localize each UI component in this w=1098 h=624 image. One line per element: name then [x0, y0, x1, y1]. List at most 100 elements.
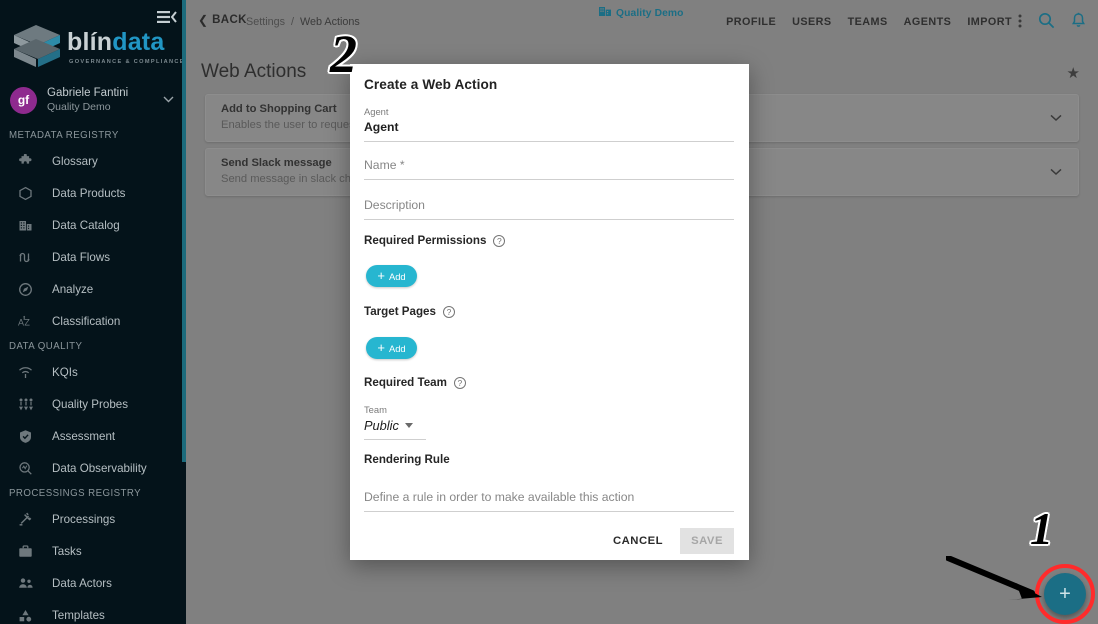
sidebar-item-quality-probes[interactable]: Quality Probes [0, 388, 186, 420]
add-permission-button[interactable]: + Add [366, 265, 417, 287]
puzzle-icon [18, 153, 40, 169]
sidebar-item-data-observability[interactable]: Data Observability [0, 452, 186, 484]
agent-field-value: Agent [364, 120, 399, 134]
chevron-down-icon[interactable] [1050, 165, 1062, 179]
more-vertical-icon[interactable] [1018, 13, 1022, 29]
breadcrumb-current: Web Actions [300, 16, 360, 28]
description-field[interactable]: Description [364, 198, 734, 220]
web-action-title: Add to Shopping Cart [221, 103, 337, 115]
brand-wordmark: blíndata [67, 27, 165, 56]
sidebar-item-label: Data Catalog [52, 218, 120, 232]
sidebar-item-label: Data Observability [52, 461, 147, 475]
az-sort-icon: AZ [18, 314, 40, 329]
sidebar-item-classification[interactable]: AZ Classification [0, 305, 186, 337]
top-link-users[interactable]: USERS [792, 16, 831, 28]
tenant-selector[interactable]: Quality Demo [599, 4, 684, 22]
breadcrumb-settings[interactable]: Settings [246, 16, 285, 28]
rendering-rule-field[interactable]: Define a rule in order to make available… [364, 490, 734, 512]
chevron-down-icon[interactable] [163, 94, 176, 106]
rendering-rule-placeholder: Define a rule in order to make available… [364, 490, 635, 504]
top-link-agents[interactable]: AGENTS [904, 16, 952, 28]
add-target-page-button[interactable]: + Add [366, 337, 417, 359]
chevron-down-icon[interactable] [404, 423, 413, 428]
team-select-value: Public [364, 418, 399, 433]
add-button-label: Add [388, 342, 406, 354]
sidebar-item-label: Processings [52, 512, 116, 526]
tenant-label: Quality Demo [616, 7, 684, 19]
section-label: Rendering Rule [364, 453, 450, 466]
sidebar-item-label: Glossary [52, 154, 98, 168]
top-link-profile[interactable]: PROFILE [726, 16, 776, 28]
sidebar-item-label: Data Actors [52, 576, 112, 590]
help-icon[interactable]: ? [442, 305, 455, 318]
brand-tagline: GOVERNANCE & COMPLIANCE [69, 58, 185, 65]
team-select[interactable]: Team Public [364, 404, 426, 440]
building-icon [18, 218, 40, 233]
tenant-building-icon [599, 4, 611, 22]
compass-icon [18, 282, 40, 297]
people-icon [18, 576, 40, 591]
sidebar-item-analyze[interactable]: Analyze [0, 273, 186, 305]
sidebar-item-label: Data Products [52, 186, 126, 200]
top-link-teams[interactable]: TEAMS [848, 16, 888, 28]
sidebar-item-data-actors[interactable]: Data Actors [0, 567, 186, 599]
sidebar-item-label: Quality Probes [52, 397, 129, 411]
search-icon[interactable] [1038, 12, 1055, 29]
agent-field[interactable]: Agent Agent [364, 106, 734, 142]
plus-icon: + [377, 340, 385, 355]
sidebar-item-label: Tasks [52, 544, 82, 558]
probes-icon [18, 397, 40, 412]
favorite-star-icon[interactable]: ★ [1067, 64, 1080, 82]
gavel-icon [18, 512, 40, 527]
help-icon[interactable]: ? [453, 376, 466, 389]
user-name: Gabriele Fantini [47, 87, 129, 100]
sidebar-item-label: Classification [52, 314, 121, 328]
help-icon[interactable]: ? [493, 234, 506, 247]
name-field[interactable]: Name * [364, 158, 734, 180]
add-web-action-fab[interactable]: + [1044, 573, 1086, 615]
blindata-logo-icon [10, 23, 64, 71]
top-nav-links: PROFILE USERS TEAMS AGENTS IMPORT [726, 16, 1012, 28]
top-link-import[interactable]: IMPORT [967, 16, 1012, 28]
section-label: Required Team [364, 376, 447, 389]
description-field-placeholder: Description [364, 198, 425, 212]
top-bar: ❮ BACK Settings / Web Actions Quality De… [186, 0, 1098, 44]
chevron-down-icon[interactable] [1050, 111, 1062, 125]
plus-icon: + [1059, 582, 1071, 605]
cancel-button[interactable]: CANCEL [602, 528, 674, 554]
sidebar-item-data-catalog[interactable]: Data Catalog [0, 209, 186, 241]
field-underline [364, 439, 426, 440]
sidebar-item-kqis[interactable]: KQIs [0, 356, 186, 388]
sidebar-navigation: METADATA REGISTRY Glossary Data Products… [0, 126, 186, 624]
nav-section-metadata-registry: METADATA REGISTRY [9, 130, 119, 141]
sidebar-item-templates[interactable]: Templates [0, 599, 186, 624]
sidebar-item-data-products[interactable]: Data Products [0, 177, 186, 209]
shield-check-icon [18, 429, 40, 444]
sidebar-item-glossary[interactable]: Glossary [0, 145, 186, 177]
svg-text:A: A [18, 317, 24, 327]
user-account-row[interactable]: gf Gabriele Fantini Quality Demo [0, 80, 186, 120]
required-team-heading: Required Team ? [364, 376, 466, 389]
add-button-label: Add [388, 270, 406, 282]
sidebar-item-tasks[interactable]: Tasks [0, 535, 186, 567]
field-underline [364, 219, 734, 220]
target-pages-heading: Target Pages ? [364, 305, 455, 318]
nav-section-data-quality: DATA QUALITY [9, 341, 83, 352]
web-action-description: Enables the user to request [221, 119, 358, 131]
sidebar-item-data-flows[interactable]: Data Flows [0, 241, 186, 273]
chevron-left-icon: ❮ [198, 13, 209, 27]
plus-icon: + [377, 268, 385, 283]
back-label: BACK [212, 14, 247, 26]
sidebar-item-label: Templates [52, 608, 105, 622]
field-underline [364, 141, 734, 142]
sidebar-item-processings[interactable]: Processings [0, 503, 186, 535]
sidebar-item-label: Assessment [52, 429, 116, 443]
magnifier-chart-icon [18, 461, 40, 476]
notifications-bell-icon[interactable] [1071, 12, 1086, 29]
web-action-title: Send Slack message [221, 157, 332, 169]
sidebar-item-assessment[interactable]: Assessment [0, 420, 186, 452]
brand-logo[interactable]: blíndata GOVERNANCE & COMPLIANCE [0, 16, 186, 78]
nav-section-processings-registry: PROCESSINGS REGISTRY [9, 488, 142, 499]
back-button[interactable]: ❮ BACK [198, 14, 247, 26]
user-organization: Quality Demo [47, 100, 111, 113]
